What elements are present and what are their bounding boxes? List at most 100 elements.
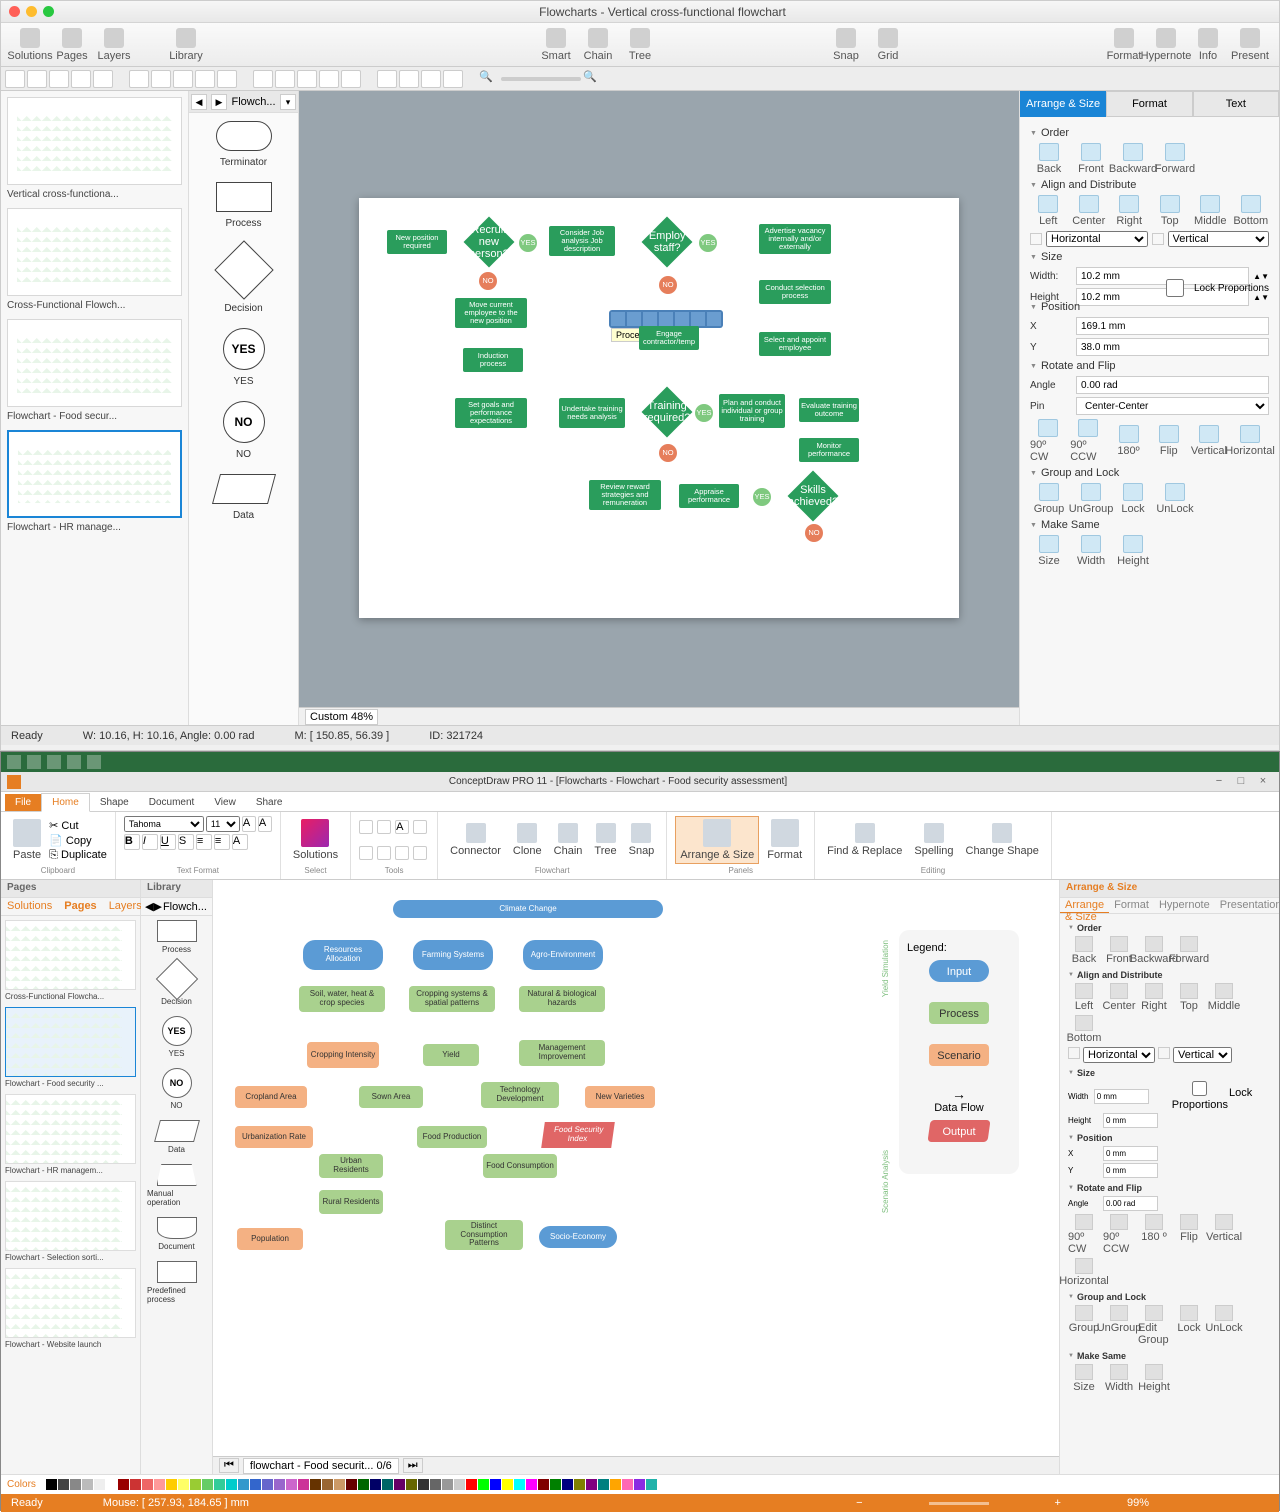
page-tab-nav-icon[interactable]: ⏭ (403, 1458, 423, 1473)
color-swatch[interactable] (70, 1479, 81, 1490)
flowchart-node[interactable]: Training required? (642, 387, 693, 438)
undo-icon[interactable] (253, 70, 273, 88)
lib-dropdown-icon[interactable]: ▾ (280, 94, 296, 110)
flowchart-node[interactable]: Recruit new person? (464, 217, 515, 268)
color-swatch[interactable] (406, 1479, 417, 1490)
horizontal-button[interactable]: Horizontal (1231, 425, 1269, 457)
flowchart-node[interactable]: YES (699, 234, 717, 252)
library-shape-document[interactable]: Document (147, 1217, 206, 1251)
zoom-in-icon[interactable] (377, 70, 397, 88)
color-swatch[interactable] (250, 1479, 261, 1490)
color-swatch[interactable] (442, 1479, 453, 1490)
color-swatch[interactable] (286, 1479, 297, 1490)
ellipse-tool-icon[interactable] (377, 820, 391, 834)
crop-tool-icon[interactable] (217, 70, 237, 88)
color-swatch[interactable] (94, 1479, 105, 1490)
color-swatch[interactable] (346, 1479, 357, 1490)
group-header[interactable]: Group and Lock (1068, 1292, 1271, 1302)
library-shape-yes[interactable]: YESYES (189, 328, 298, 387)
y-input[interactable] (1076, 338, 1269, 356)
italic-icon[interactable]: I (142, 834, 158, 850)
angle-input[interactable] (1076, 376, 1269, 394)
text-tool-icon[interactable]: A (395, 820, 409, 834)
paste-button[interactable]: Paste (9, 817, 45, 863)
color-swatch[interactable] (130, 1479, 141, 1490)
duplicate-button[interactable]: ⎘ Duplicate (49, 849, 107, 862)
color-swatch[interactable] (190, 1479, 201, 1490)
left-button[interactable]: Left (1068, 983, 1100, 1012)
connector-line-icon[interactable] (129, 70, 149, 88)
size-header[interactable]: Size (1068, 1068, 1271, 1078)
color-swatch[interactable] (598, 1479, 609, 1490)
inspector-tab-hypernote[interactable]: Hypernote (1154, 898, 1215, 913)
group-button[interactable]: Group (1068, 1305, 1100, 1346)
distribute-vert-icon[interactable] (1152, 233, 1164, 245)
color-swatch[interactable] (310, 1479, 321, 1490)
info-button[interactable]: Info (1187, 25, 1229, 65)
distribute-vert-select[interactable]: Vertical (1168, 231, 1270, 247)
right-button[interactable]: Right (1138, 983, 1170, 1012)
connector-button[interactable]: Connector (446, 821, 505, 859)
pen-tool-icon[interactable] (173, 70, 193, 88)
library-shape-data[interactable]: Data (147, 1120, 206, 1154)
canvas-area[interactable]: Legend: InputProcessScenario→Data FlowOu… (213, 880, 1059, 1474)
ribbon-tab-shape[interactable]: Shape (90, 794, 139, 811)
flowchart-node[interactable]: Review reward strategies and remuneratio… (589, 480, 661, 510)
-button[interactable]: 180º (1110, 425, 1146, 457)
flowchart-node[interactable]: Advertise vacancy internally and/or exte… (759, 224, 831, 254)
center-button[interactable]: Center (1103, 983, 1135, 1012)
order-header[interactable]: Order (1030, 127, 1269, 139)
color-swatch[interactable] (370, 1479, 381, 1490)
color-swatch[interactable] (514, 1479, 525, 1490)
distribute-horiz-icon[interactable] (1030, 233, 1042, 245)
height-button[interactable]: Height (1114, 535, 1152, 567)
color-swatch[interactable] (46, 1479, 57, 1490)
flowchart-node[interactable]: Climate Change (393, 900, 663, 918)
flowchart-node[interactable]: Urban Residents (319, 1154, 383, 1178)
size-button[interactable]: Size (1030, 535, 1068, 567)
ungroup-button[interactable]: UnGroup (1103, 1305, 1135, 1346)
zoom-out-icon[interactable]: − (856, 1497, 862, 1509)
flowchart-node[interactable]: NO (479, 272, 497, 290)
color-swatch[interactable] (526, 1479, 537, 1490)
align-tool-icon[interactable] (275, 70, 295, 88)
color-swatch[interactable] (538, 1479, 549, 1490)
page-thumbnail[interactable] (7, 208, 182, 296)
flowchart-node[interactable]: Employ staff? (642, 217, 693, 268)
vertical-button[interactable]: Vertical (1208, 1214, 1240, 1255)
align-left-icon[interactable]: ≡ (196, 834, 212, 850)
cw-button[interactable]: 90º CW (1030, 419, 1066, 463)
rapiddraw-shape-icon[interactable] (611, 312, 625, 326)
align-header[interactable]: Align and Distribute (1068, 970, 1271, 980)
same-header[interactable]: Make Same (1030, 519, 1269, 531)
flowchart-node[interactable]: Soil, water, heat & crop species (299, 986, 385, 1012)
flowchart-node[interactable]: Food Security Index (541, 1122, 615, 1148)
flip-button[interactable]: Flip (1151, 425, 1187, 457)
page-thumbnail[interactable] (7, 319, 182, 407)
flowchart-node[interactable]: Population (237, 1228, 303, 1250)
flowchart-node[interactable]: New Varieties (585, 1086, 655, 1108)
rapiddraw-shape-icon[interactable] (675, 312, 689, 326)
top-button[interactable]: Top (1152, 195, 1189, 227)
flowchart-node[interactable]: Evaluate training outcome (799, 398, 859, 422)
lib-prev-icon[interactable]: ◀ (191, 94, 207, 110)
zoom-level[interactable]: 99% (1127, 1497, 1149, 1509)
color-swatch[interactable] (574, 1479, 585, 1490)
smart-button[interactable]: Smart (535, 25, 577, 65)
front-button[interactable]: Front (1072, 143, 1110, 175)
flowchart-node[interactable]: Agro-Environment (523, 940, 603, 970)
top-button[interactable]: Top (1173, 983, 1205, 1012)
ellipse-tool-icon[interactable] (71, 70, 91, 88)
drawing-canvas[interactable]: Process New position requiredRecruit new… (359, 198, 959, 618)
bottom-button[interactable]: Bottom (1068, 1015, 1100, 1044)
vertical-button[interactable]: Vertical (1191, 425, 1227, 457)
paint-tool-icon[interactable] (443, 70, 463, 88)
qat-undo-icon[interactable] (47, 755, 61, 769)
qat-save-icon[interactable] (27, 755, 41, 769)
cw-button[interactable]: 90º CW (1068, 1214, 1100, 1255)
rapiddraw-shape-icon[interactable] (707, 312, 721, 326)
library-shape-yes[interactable]: YESYES (147, 1016, 206, 1058)
flowchart-node[interactable]: Engage contractor/temp (639, 326, 699, 350)
hand-tool-icon[interactable] (399, 70, 419, 88)
rect-tool-icon[interactable] (359, 820, 373, 834)
